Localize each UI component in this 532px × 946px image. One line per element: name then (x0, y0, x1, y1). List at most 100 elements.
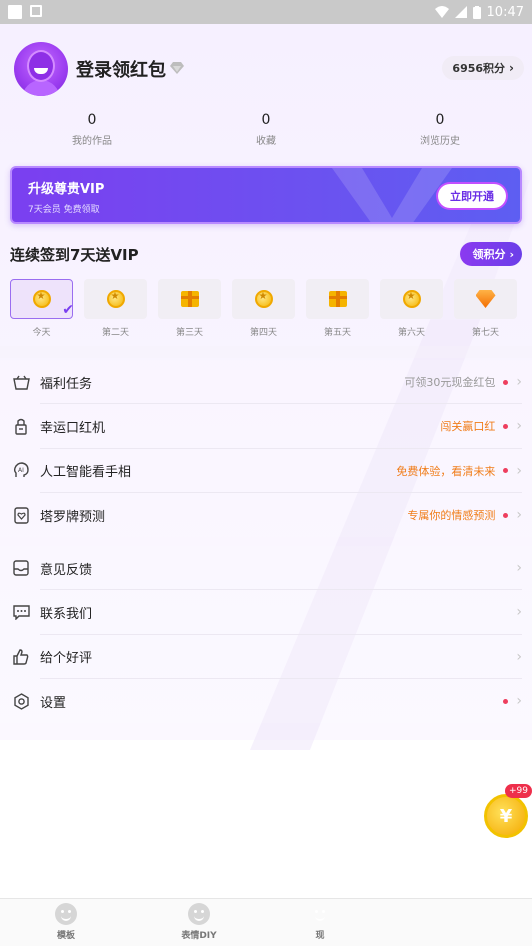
stat-value: 0 (261, 112, 271, 128)
menu-item-label: 幸运口红机 (40, 420, 106, 436)
yuan-coin-icon: ¥ (484, 794, 528, 838)
tab-label: 模板 (56, 931, 75, 941)
stat-value: 0 (87, 112, 97, 128)
earn-points-button[interactable]: 领积分 › (460, 242, 522, 266)
menu-item-label: 塔罗牌预测 (40, 509, 106, 525)
notification-dot (503, 698, 509, 704)
coin-icon (254, 290, 273, 308)
status-bar: 10:47 (0, 0, 532, 24)
day-label: 第七天 (471, 328, 499, 338)
chevron-right-icon: › (516, 418, 522, 435)
gift-icon (180, 291, 199, 307)
menu-item-hint: 专属你的情感预测 (407, 509, 496, 523)
chevron-right-icon: › (516, 604, 522, 621)
basket-icon (12, 373, 30, 391)
coin-badge: +99 (505, 784, 532, 798)
coin-icon (32, 290, 51, 308)
points-label: 6956积分 (452, 62, 506, 75)
floating-coin-button[interactable]: ¥ +99 (482, 784, 532, 838)
chat-icon (12, 603, 30, 621)
vip-subtitle: 7天会员 免费领取 (28, 205, 100, 215)
thumbs-up-icon (12, 648, 30, 666)
day-label: 第五天 (323, 328, 351, 338)
bottom-tab-bar: 模板 表情DIY 现 (0, 898, 532, 946)
notification-dot (503, 468, 509, 474)
vip-banner[interactable]: 升级尊贵VIP 7天会员 免费领取 立即开通 (10, 166, 522, 224)
chevron-right-icon: › (509, 247, 514, 261)
checkin-days: ✔ 今天 第二天 第三天 第四天 第五天 第六天 第七天 (10, 279, 524, 339)
tab-templates[interactable]: 模板 (26, 903, 106, 941)
day-label: 第三天 (175, 328, 203, 338)
day-label: 第四天 (249, 328, 277, 338)
menu-item-label: 给个好评 (40, 651, 93, 667)
stat-value: 0 (435, 112, 445, 128)
inbox-icon (12, 559, 30, 577)
wifi-icon (434, 6, 449, 18)
stat-label: 收藏 (256, 136, 276, 147)
menu-item-label: 设置 (40, 695, 67, 711)
vip-open-button[interactable]: 立即开通 (438, 184, 506, 208)
checkin-title: 连续签到7天送VIP (10, 246, 139, 264)
menu-item-contact-us[interactable]: 联系我们 › (0, 590, 532, 635)
checkin-day[interactable]: 第五天 (306, 279, 369, 338)
stat-favorites[interactable]: 0 收藏 (206, 112, 326, 147)
gift-icon (328, 291, 347, 307)
stat-label: 我的作品 (72, 136, 112, 147)
menu-item-ai-palm-reading[interactable]: AI 人工智能看手相 免费体验，看清未来 › (0, 448, 532, 494)
login-title[interactable]: 登录领红包 (76, 56, 166, 82)
menu-item-label: 意见反馈 (40, 562, 93, 578)
vip-title: 升级尊贵VIP (28, 182, 105, 197)
chevron-right-icon: › (509, 61, 514, 75)
notification-icon (8, 5, 22, 19)
stat-history[interactable]: 0 浏览历史 (380, 112, 500, 147)
chevron-right-icon: › (516, 648, 522, 665)
checkin-day[interactable]: 第二天 (84, 279, 147, 338)
tab-emoji-diy[interactable]: 表情DIY (159, 903, 239, 941)
menu-item-tarot[interactable]: 塔罗牌预测 专属你的情感预测 › (0, 492, 532, 538)
menu-item-settings[interactable]: 设置 › (0, 678, 532, 724)
tab-label: 表情DIY (181, 931, 217, 941)
menu-item-lipstick-machine[interactable]: 幸运口红机 闯关赢口红 › (0, 404, 532, 449)
menu-item-label: 人工智能看手相 (40, 465, 132, 481)
stat-label: 浏览历史 (420, 136, 460, 147)
tab-label: 现 (315, 931, 325, 941)
checkin-day[interactable]: 第七天 (454, 279, 517, 338)
settings-icon (12, 692, 30, 710)
day-label: 今天 (32, 328, 51, 338)
menu-item-hint: 闯关赢口红 (440, 420, 496, 434)
day-label: 第二天 (101, 328, 129, 338)
image-icon (30, 5, 42, 17)
check-icon: ✔ (62, 302, 74, 318)
checkin-day[interactable]: 第六天 (380, 279, 443, 338)
profile-stats: 0 我的作品 0 收藏 0 浏览历史 (0, 112, 532, 156)
notification-dot (503, 512, 509, 518)
coin-icon (402, 290, 421, 308)
checkin-day[interactable]: 第三天 (158, 279, 221, 338)
tarot-card-icon (12, 506, 30, 524)
menu-item-feedback[interactable]: 意见反馈 › (0, 546, 532, 591)
ai-face-icon: AI (12, 462, 30, 480)
coin-icon (106, 290, 125, 308)
checkin-day[interactable]: ✔ 今天 (10, 279, 74, 338)
menu-item-label: 联系我们 (40, 606, 93, 622)
day-label: 第六天 (397, 328, 425, 338)
menu-item-welfare-tasks[interactable]: 福利任务 可领30元现金红包 › (0, 360, 532, 405)
menu-item-hint: 可领30元现金红包 (404, 376, 496, 390)
svg-text:AI: AI (18, 467, 24, 474)
stat-works[interactable]: 0 我的作品 (32, 112, 152, 147)
vip-watermark (332, 168, 452, 222)
avatar[interactable] (14, 42, 68, 96)
points-button[interactable]: 6956积分 › (442, 56, 524, 80)
signal-icon (454, 6, 467, 18)
slot-machine-icon (12, 417, 30, 435)
menu-item-rate-us[interactable]: 给个好评 › (0, 634, 532, 680)
earn-points-label: 领积分 (472, 248, 506, 261)
diamond-icon (170, 62, 184, 74)
chevron-right-icon: › (516, 560, 522, 577)
clock: 10:47 (486, 4, 524, 20)
tab-partial[interactable]: 现 (280, 903, 360, 941)
checkin-day[interactable]: 第四天 (232, 279, 295, 338)
chevron-right-icon: › (516, 693, 522, 710)
chevron-right-icon: › (516, 507, 522, 524)
chevron-right-icon: › (516, 374, 522, 391)
